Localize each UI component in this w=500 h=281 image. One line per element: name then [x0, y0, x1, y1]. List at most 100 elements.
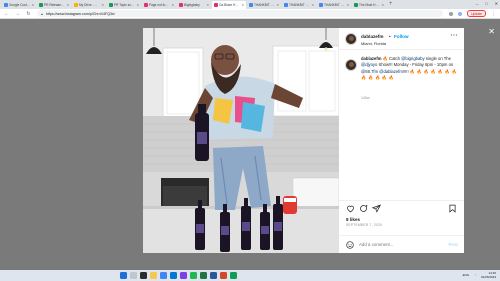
more-options-icon[interactable]: ···	[451, 33, 459, 39]
edge-icon[interactable]	[170, 272, 177, 279]
browser-tab[interactable]: Google Custom...✕	[2, 1, 36, 9]
caption-text-3: Show!!! Monday - Friday 8pm - 10pm on	[377, 62, 454, 68]
tab-close-icon[interactable]: ✕	[346, 3, 349, 7]
minimize-icon[interactable]: –	[476, 1, 478, 6]
tab-close-icon[interactable]: ✕	[276, 3, 279, 7]
caption-time: 140w	[361, 96, 370, 100]
follow-button[interactable]: Follow	[394, 34, 409, 39]
taskbar-apps	[120, 272, 237, 279]
location-link[interactable]: Miami, Florida	[361, 41, 386, 46]
tab-close-icon[interactable]: ✕	[381, 3, 384, 7]
post-photo[interactable]	[143, 28, 339, 253]
close-window-icon[interactable]: ✕	[495, 1, 498, 6]
wifi-icon[interactable]: ◔	[474, 273, 476, 277]
browser-tab[interactable]: PR Topic so... ✕	[107, 1, 141, 9]
header-username[interactable]: dablazefm	[361, 34, 383, 39]
windows-taskbar: ENG ◔ 14:30 01/06/2023	[0, 270, 500, 281]
reload-icon[interactable]: ↻	[26, 11, 31, 17]
post-photo-art	[143, 28, 339, 253]
chrome-icon[interactable]	[160, 272, 167, 279]
browser-tab[interactable]: THANKBIT 2023✕	[282, 1, 316, 9]
maximize-icon[interactable]: □	[485, 1, 487, 6]
avatar[interactable]	[345, 33, 357, 45]
browser-tab[interactable]: THANKBIT 2023✕	[247, 1, 281, 9]
window-controls: – □ ✕	[476, 1, 498, 6]
browser-tab[interactable]: THANKBIT 2023✕	[317, 1, 351, 9]
browser-tab[interactable]: Page not found ✕	[142, 1, 176, 9]
mention-link[interactable]: @dablazefm	[379, 69, 403, 74]
caption-text-2: single on The	[424, 56, 451, 61]
tab-label: Ga Blaze Hoo...	[219, 3, 240, 7]
tab-label: THANKBIT 2023	[324, 3, 345, 7]
new-tab-button[interactable]: +	[389, 1, 393, 9]
spotify-icon[interactable]	[190, 272, 197, 279]
search-icon[interactable]	[130, 272, 137, 279]
browser-tab[interactable]: The Most Havi... ✕	[352, 1, 386, 9]
action-row	[344, 204, 459, 214]
tab-close-icon[interactable]: ✕	[101, 3, 104, 7]
tab-close-icon[interactable]: ✕	[311, 3, 314, 7]
like-count[interactable]: 8 likes	[346, 217, 360, 222]
tab-favicon-icon	[354, 3, 358, 7]
tab-label: PR Release In...	[44, 3, 65, 7]
mention-link[interactable]: @88.7fm	[361, 69, 378, 74]
caption-text-5: !!!!!	[402, 68, 410, 74]
powerpoint-icon[interactable]	[220, 272, 227, 279]
clock[interactable]: 14:30 01/06/2023	[481, 271, 496, 279]
tab-close-icon[interactable]: ✕	[241, 3, 244, 7]
browser-tab[interactable]: PR Release In... ✕	[37, 1, 71, 9]
word-icon[interactable]	[210, 272, 217, 279]
task-view-icon[interactable]	[140, 272, 147, 279]
extension-icon[interactable]	[449, 11, 454, 16]
app-icon[interactable]	[230, 272, 237, 279]
post-caption: dablazefm 🔥 Catch @bigrigbaby single on …	[361, 56, 459, 82]
profile-avatar[interactable]	[458, 11, 463, 16]
language-indicator[interactable]: ENG	[463, 273, 470, 277]
start-icon[interactable]	[120, 272, 127, 279]
tab-close-icon[interactable]: ✕	[206, 3, 209, 7]
bookmark-icon[interactable]	[448, 204, 457, 213]
tab-favicon-icon	[179, 3, 183, 7]
tab-close-icon[interactable]: ✕	[66, 3, 69, 7]
excel-icon[interactable]	[200, 272, 207, 279]
tab-label: Bigbigbaby	[184, 3, 200, 7]
header-separator: •	[389, 34, 391, 39]
browser-tab[interactable]: Bigbigbaby ✕	[177, 1, 211, 9]
post-date: SEPTEMBER 7, 2020	[346, 223, 383, 227]
comment-icon[interactable]	[359, 204, 368, 213]
browser-tab[interactable]: Ga Blaze Hoo... ✕	[212, 1, 246, 9]
tab-favicon-icon	[109, 3, 113, 7]
back-icon[interactable]: ←	[4, 11, 9, 17]
caption-avatar[interactable]	[345, 59, 357, 71]
emoji-picker-icon[interactable]	[346, 241, 354, 249]
post-header: dablazefm • Follow Miami, Florida ···	[339, 28, 464, 50]
tab-favicon-icon	[249, 3, 253, 7]
tab-close-icon[interactable]: ✕	[136, 3, 139, 7]
tab-favicon-icon	[4, 3, 8, 7]
caption-username[interactable]: dablazefm	[361, 56, 381, 61]
post-actions: 8 likes SEPTEMBER 7, 2020 Post	[339, 200, 464, 253]
file-explorer-icon[interactable]	[150, 272, 157, 279]
mention-link[interactable]: @djyoyo	[361, 62, 377, 67]
tab-close-icon[interactable]: ✕	[171, 3, 174, 7]
tab-favicon-icon	[284, 3, 288, 7]
heart-icon[interactable]	[346, 204, 355, 213]
tab-favicon-icon	[74, 3, 78, 7]
teams-icon[interactable]	[180, 272, 187, 279]
mention-link[interactable]: @bigrigbaby	[401, 56, 425, 61]
tab-favicon-icon	[144, 3, 148, 7]
browser-tab[interactable]: My Drive - Goo...✕	[72, 1, 106, 9]
comment-input[interactable]	[359, 242, 439, 247]
tab-close-icon[interactable]: ✕	[31, 3, 34, 7]
close-modal-icon[interactable]: ✕	[488, 27, 495, 36]
caption-text-1: Catch	[387, 56, 402, 61]
forward-icon[interactable]: →	[15, 11, 20, 17]
tab-favicon-icon	[319, 3, 323, 7]
menu-kebab-icon[interactable]: ⋮	[491, 11, 496, 17]
tab-favicon-icon	[39, 3, 43, 7]
address-bar[interactable]: 🔒︎ https://www.instagram.com/p/ChrnX4FQ3…	[37, 10, 444, 17]
share-icon[interactable]	[372, 204, 381, 213]
comment-bar: Post	[339, 235, 464, 254]
post-comment-button[interactable]: Post	[448, 242, 458, 247]
update-button[interactable]: Update	[467, 10, 486, 17]
